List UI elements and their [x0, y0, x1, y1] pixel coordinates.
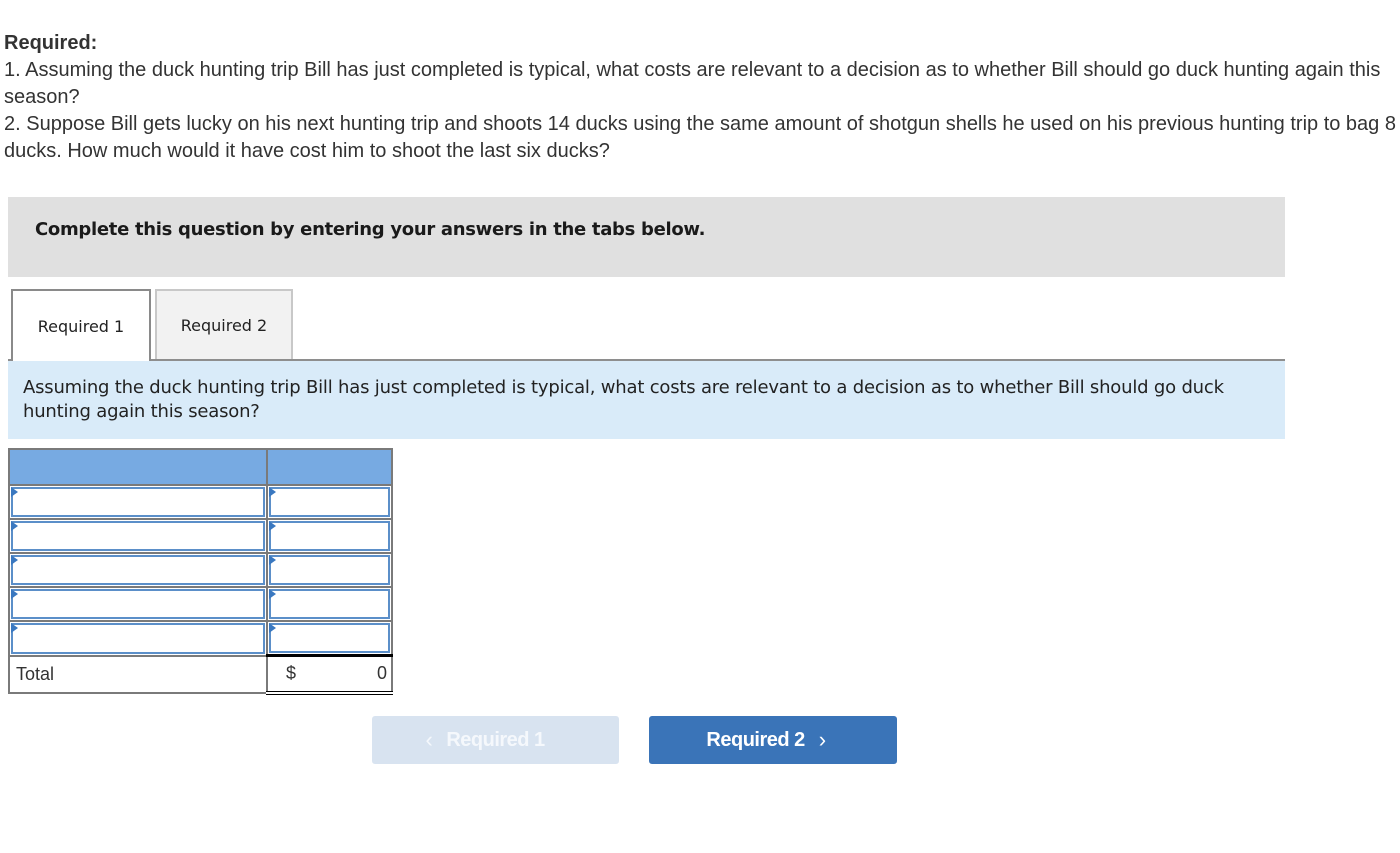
item-dropdown[interactable]: [11, 487, 265, 517]
item-dropdown[interactable]: [11, 521, 265, 551]
item-dropdown[interactable]: [11, 623, 265, 654]
prev-required-1-button[interactable]: ‹ Required 1 ›: [372, 716, 619, 764]
dropdown-flag-icon: [11, 521, 18, 531]
dropdown-flag-icon: [11, 623, 18, 633]
item-dropdown[interactable]: [11, 555, 265, 585]
chevron-left-icon: ‹: [425, 727, 433, 752]
input-flag-icon: [269, 521, 276, 531]
next-required-2-button[interactable]: Required 2 ›: [649, 716, 897, 764]
question-panel: Assuming the duck hunting trip Bill has …: [8, 361, 1285, 439]
required-section: Required: 1. Assuming the duck hunting t…: [4, 30, 1396, 165]
total-label: Total: [8, 654, 268, 694]
amount-input[interactable]: [269, 623, 390, 653]
amount-input[interactable]: [269, 521, 390, 551]
table-row: [8, 586, 393, 622]
amount-input[interactable]: [269, 555, 390, 585]
input-flag-icon: [269, 589, 276, 599]
input-flag-icon: [269, 555, 276, 565]
table-row: [8, 620, 393, 657]
question-text: Assuming the duck hunting trip Bill has …: [23, 377, 1224, 422]
header-cell-item: [8, 448, 268, 486]
table-row: [8, 552, 393, 588]
total-amount: $ 0: [266, 654, 393, 695]
amount-input[interactable]: [269, 589, 390, 619]
table-row: [8, 518, 393, 554]
instruction-banner: Complete this question by entering your …: [8, 197, 1285, 277]
chevron-right-icon: ›: [818, 727, 826, 752]
required-item-2: 2. Suppose Bill gets lucky on his next h…: [4, 113, 1396, 162]
table-row: [8, 484, 393, 520]
required-title: Required:: [4, 32, 98, 54]
input-flag-icon: [269, 487, 276, 497]
total-row: Total $ 0: [8, 654, 393, 695]
tab-required-2[interactable]: Required 2: [155, 289, 293, 359]
dropdown-flag-icon: [11, 589, 18, 599]
answer-table: Total $ 0: [8, 448, 393, 695]
dropdown-flag-icon: [11, 487, 18, 497]
table-header-row: [8, 448, 393, 486]
next-button-label: Required 2: [706, 728, 805, 751]
total-value: 0: [376, 663, 387, 683]
required-item-1: 1. Assuming the duck hunting trip Bill h…: [4, 59, 1381, 108]
item-dropdown[interactable]: [11, 589, 265, 619]
dropdown-flag-icon: [11, 555, 18, 565]
tab-required-1[interactable]: Required 1: [11, 289, 151, 361]
header-cell-amount: [266, 448, 393, 486]
currency-symbol: $: [286, 663, 297, 683]
input-flag-icon: [269, 623, 276, 633]
prev-button-label: Required 1: [446, 728, 545, 751]
amount-input[interactable]: [269, 487, 390, 517]
instruction-text: Complete this question by entering your …: [35, 219, 706, 240]
